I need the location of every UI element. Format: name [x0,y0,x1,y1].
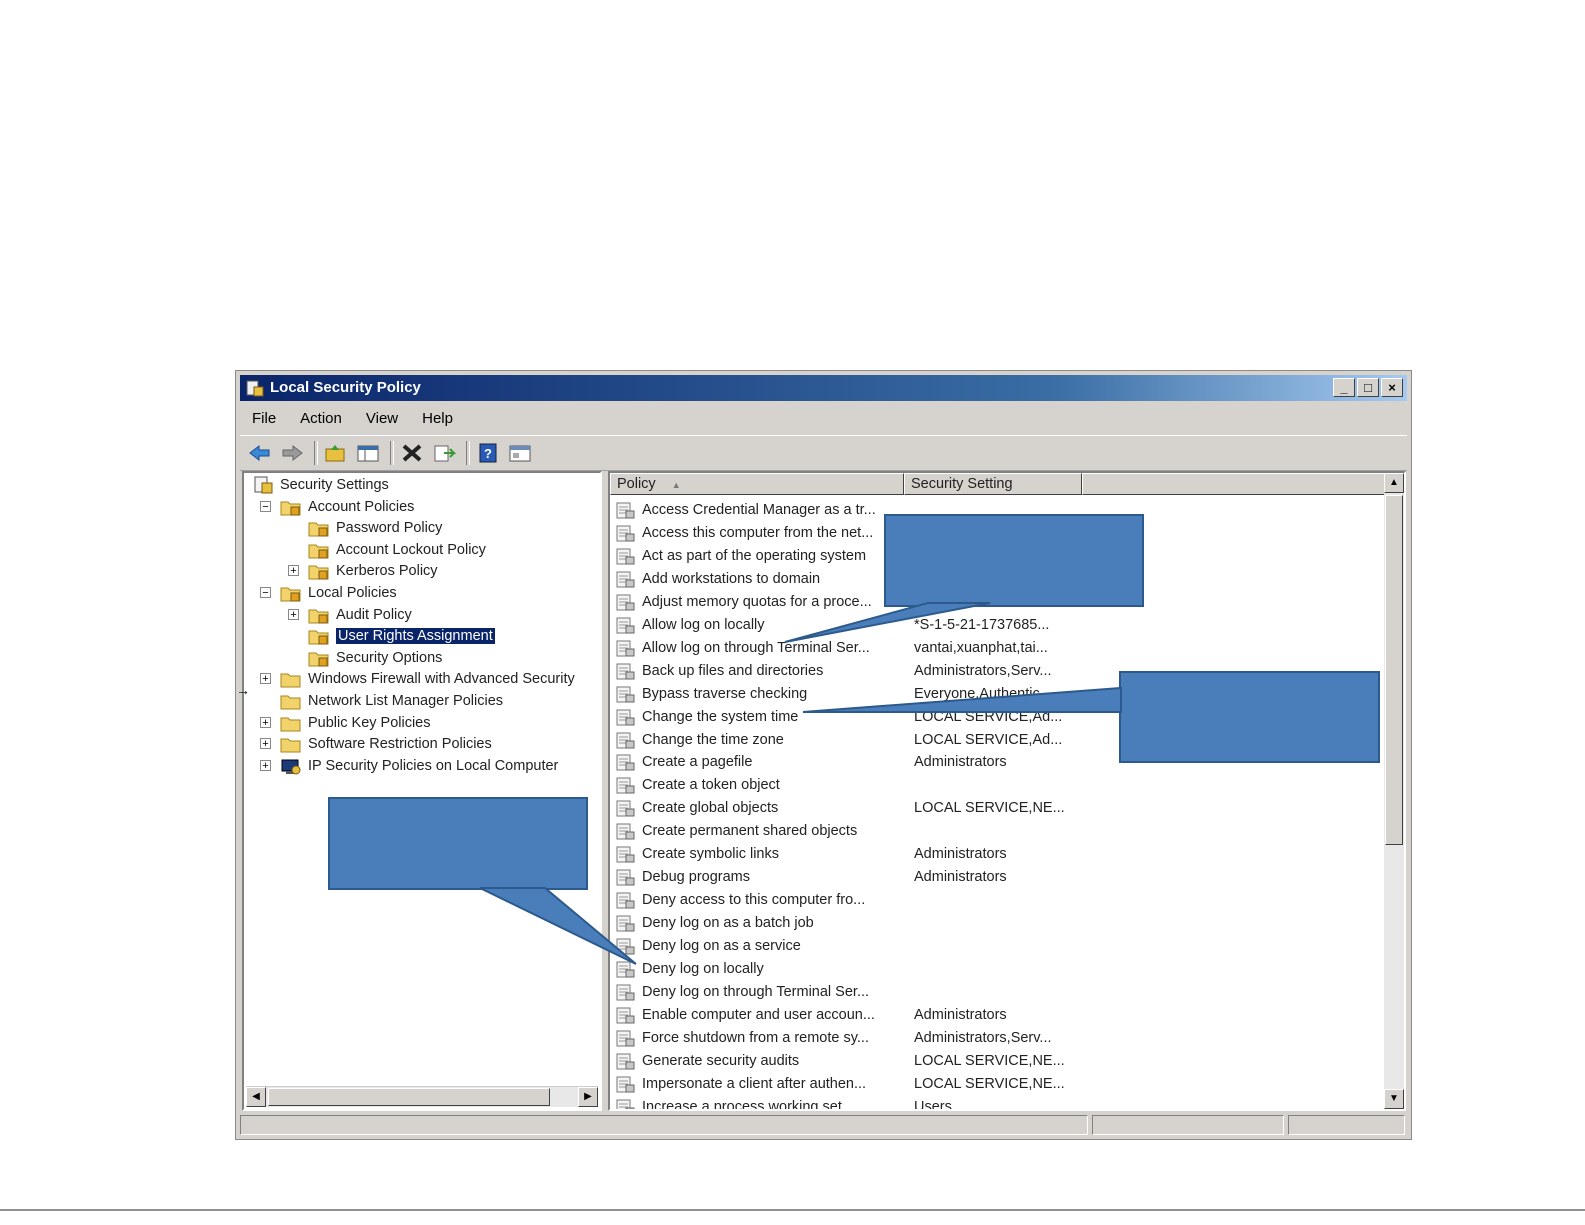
callout-pointer-right [802,686,1122,713]
callout-pointers [0,602,1585,1211]
callout-pointer-top [784,602,991,643]
callout-pointer-bottom [479,887,637,965]
